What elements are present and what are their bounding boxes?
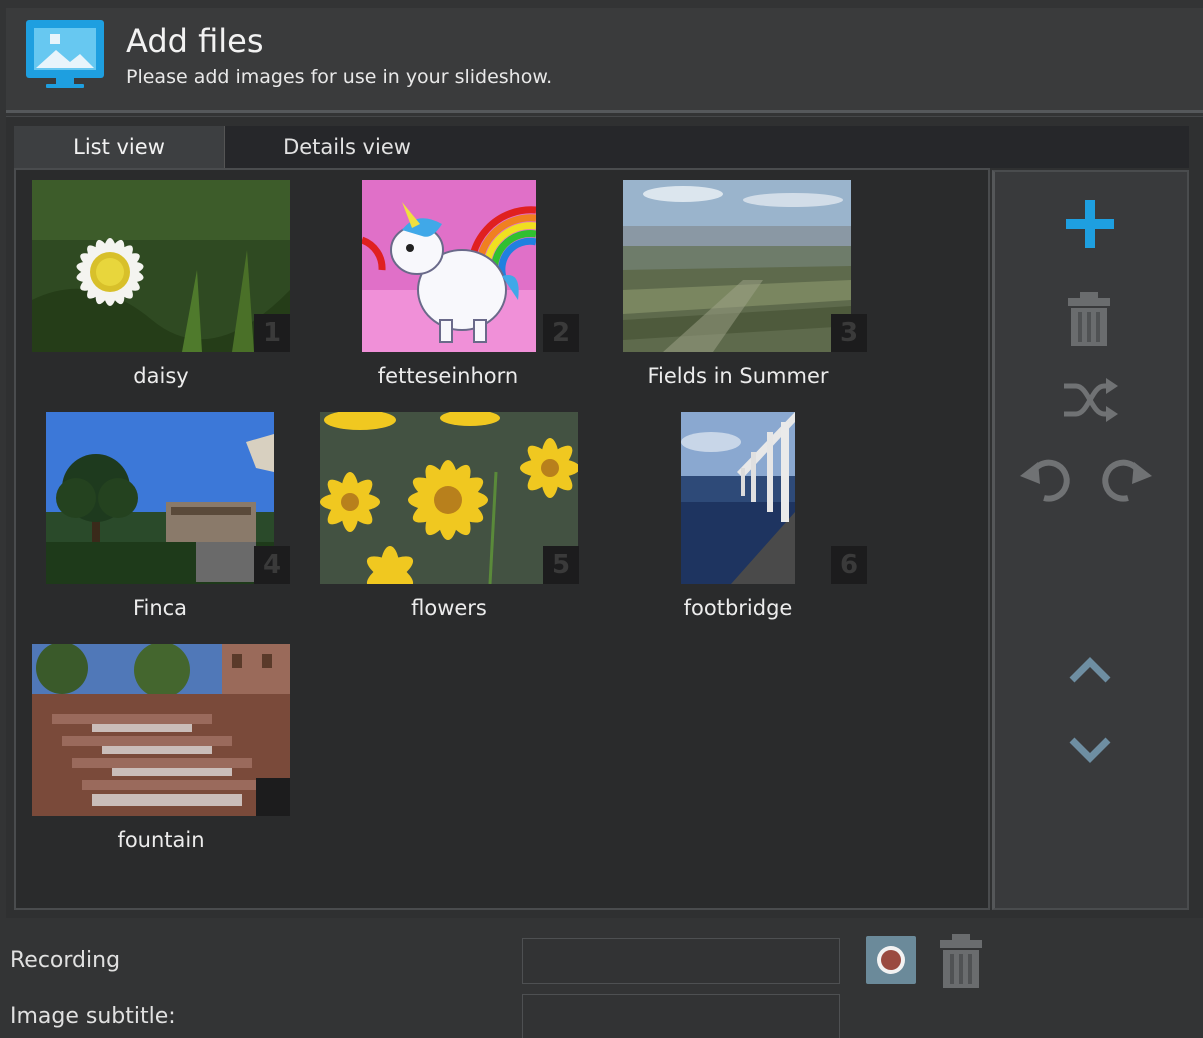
image-index-badge: 2 <box>543 314 579 352</box>
image-caption: daisy <box>133 364 189 388</box>
recording-label: Recording <box>10 948 121 973</box>
trash-icon[interactable] <box>1066 290 1112 348</box>
image-caption: flowers <box>411 596 487 620</box>
record-button[interactable] <box>866 936 916 984</box>
tab-list-view[interactable]: List view <box>14 126 225 168</box>
image-thumbnail-flowers[interactable] <box>320 412 578 584</box>
image-index-badge: 5 <box>543 546 579 584</box>
page-title: Add files <box>126 22 264 60</box>
image-caption: Finca <box>132 596 188 620</box>
image-thumbnail-footbridge[interactable] <box>681 412 795 584</box>
image-thumbnail-fields-in-summer[interactable] <box>623 180 851 352</box>
page-subtitle: Please add images for use in your slides… <box>126 66 553 88</box>
add-icon[interactable] <box>1064 198 1116 250</box>
image-caption: footbridge <box>683 596 793 620</box>
image-actions-panel <box>992 170 1189 910</box>
image-thumbnail-fountain[interactable] <box>32 644 290 816</box>
daisy-image <box>32 180 290 352</box>
image-index-badge: 3 <box>831 314 867 352</box>
image-caption: fetteseinhorn <box>377 364 519 388</box>
image-subtitle-label: Image subtitle: <box>10 1004 176 1029</box>
delete-recording-icon[interactable] <box>938 932 984 990</box>
image-index-badge: 6 <box>831 546 867 584</box>
image-thumbnail-daisy[interactable] <box>32 180 290 352</box>
move-up-icon[interactable] <box>1068 656 1112 686</box>
header-divider <box>6 110 1203 113</box>
slideshow-image-icon <box>26 20 104 88</box>
recording-field[interactable] <box>522 938 840 984</box>
shuffle-icon[interactable] <box>1062 378 1118 422</box>
image-index-badge: 4 <box>254 546 290 584</box>
image-subtitle-field[interactable] <box>522 994 840 1038</box>
image-thumbnail-finca[interactable] <box>46 412 274 584</box>
record-icon <box>877 946 905 974</box>
image-thumbnail-fetteseinhorn[interactable] <box>362 180 536 352</box>
footbridge-image <box>681 412 795 584</box>
rotate-right-icon[interactable] <box>1098 454 1154 504</box>
tab-details-view[interactable]: Details view <box>240 126 454 168</box>
image-caption: fountain <box>117 828 205 852</box>
fields-image <box>623 180 851 352</box>
flowers-image <box>320 412 578 584</box>
move-down-icon[interactable] <box>1068 734 1112 764</box>
image-index-badge: 1 <box>254 314 290 352</box>
fountain-image <box>32 644 290 816</box>
rotate-left-icon[interactable] <box>1018 454 1074 504</box>
finca-image <box>46 412 274 584</box>
unicorn-image <box>362 180 536 352</box>
image-caption: Fields in Summer <box>647 364 829 388</box>
